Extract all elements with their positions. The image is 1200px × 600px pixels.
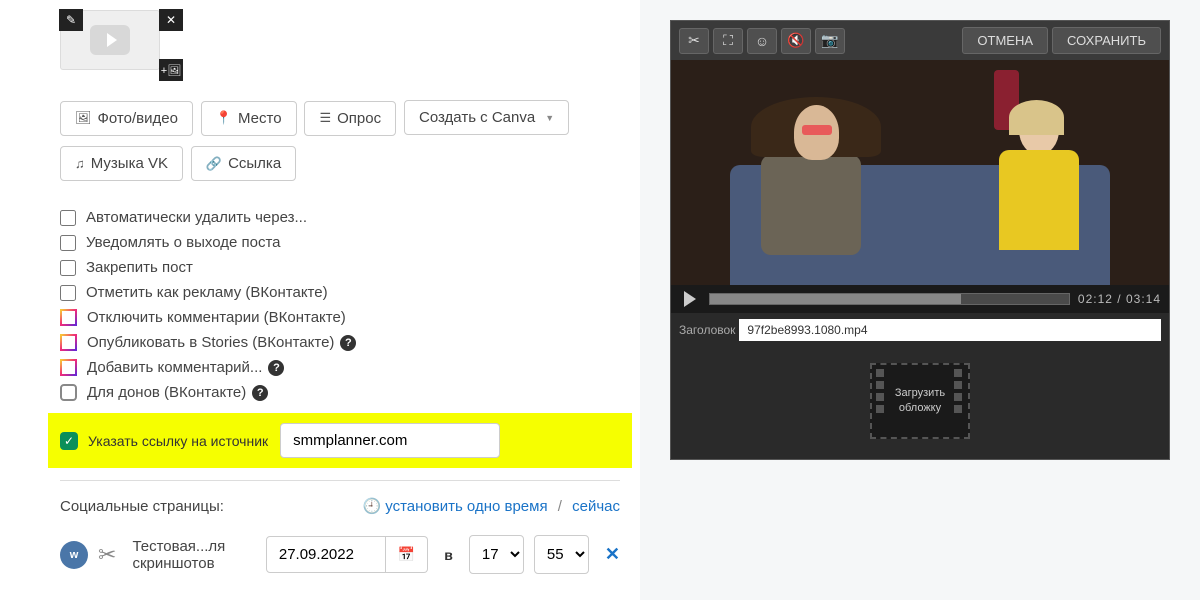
schedule-row: w ✂ Тестовая...ля скриншотов 📅 в 17 55 ✕ (60, 535, 620, 574)
media-thumbnail-row: ✎ ✕ +🖼 (60, 10, 620, 70)
chevron-down-icon: ▼ (545, 113, 554, 123)
checkbox-pin[interactable] (60, 260, 76, 276)
sticker-icon: ☺ (755, 33, 769, 49)
cancel-button[interactable]: ОТМЕНА (962, 27, 1048, 54)
image-icon: 🖼 (75, 110, 92, 126)
music-icon: ♫ (75, 156, 85, 171)
date-input[interactable] (266, 536, 386, 573)
option-publish-stories[interactable]: Опубликовать в Stories (ВКонтакте)? (60, 330, 620, 355)
remove-thumbnail-button[interactable]: ✕ (159, 9, 183, 31)
crop-icon: ⛶ (723, 32, 733, 49)
video-controls: 02:12 / 03:14 (671, 285, 1169, 313)
checkbox-disable-comments[interactable] (60, 309, 77, 326)
pin-icon: 📍 (216, 110, 232, 126)
time-at-label: в (444, 547, 453, 563)
photo-video-button[interactable]: 🖼Фото/видео (60, 101, 193, 136)
add-media-button[interactable]: +🖼 (159, 59, 183, 81)
source-link-input[interactable] (280, 423, 500, 458)
checkbox-publish-stories[interactable] (60, 334, 77, 351)
cover-text: Загрузитьобложку (895, 386, 945, 417)
mute-button[interactable]: 🔇 (781, 28, 811, 54)
play-icon (684, 291, 696, 307)
calendar-icon: 📅 (398, 546, 415, 562)
social-pages-label: Социальные страницы: (60, 498, 224, 515)
source-link-row: ✓ Указать ссылку на источник (48, 413, 632, 468)
source-link-label: Указать ссылку на источник (88, 433, 268, 449)
social-pages-header: Социальные страницы: 🕘установить одно вр… (60, 497, 620, 515)
set-one-time-link[interactable]: установить одно время (385, 498, 547, 515)
link-button[interactable]: 🔗Ссылка (191, 146, 296, 181)
checkbox-for-dons[interactable] (60, 384, 77, 401)
help-icon[interactable]: ? (252, 385, 268, 401)
video-preview[interactable] (671, 60, 1169, 285)
minute-select[interactable]: 55 (534, 535, 589, 574)
poll-button[interactable]: ☰Опрос (304, 101, 396, 136)
list-icon: ☰ (319, 110, 331, 126)
post-options-list: Автоматически удалить через... Уведомлят… (60, 205, 620, 405)
scissors-icon: ✂ (688, 32, 700, 49)
remove-schedule-button[interactable]: ✕ (605, 544, 620, 565)
help-icon[interactable]: ? (340, 335, 356, 351)
camera-icon: 📷 (821, 32, 838, 49)
calendar-button[interactable]: 📅 (386, 536, 428, 573)
video-thumbnail[interactable]: ✎ ✕ +🖼 (60, 10, 160, 70)
video-editor: ✂ ⛶ ☺ 🔇 📷 ОТМЕНА СОХРАНИТЬ (670, 20, 1170, 460)
place-button[interactable]: 📍Место (201, 101, 297, 136)
video-editor-panel: ✂ ⛶ ☺ 🔇 📷 ОТМЕНА СОХРАНИТЬ (640, 0, 1200, 600)
upload-cover-button[interactable]: Загрузитьобложку (870, 363, 970, 439)
save-button[interactable]: СОХРАНИТЬ (1052, 27, 1161, 54)
snapshot-button[interactable]: 📷 (815, 28, 845, 54)
mute-icon: 🔇 (787, 32, 804, 49)
time-display: 02:12 / 03:14 (1078, 292, 1161, 306)
option-pin[interactable]: Закрепить пост (60, 255, 620, 280)
play-button[interactable] (679, 289, 701, 309)
clock-icon: 🕘 (363, 498, 382, 515)
checkbox-add-comment[interactable] (60, 359, 77, 376)
title-label: Заголовок (679, 323, 735, 337)
vk-icon: w (60, 541, 88, 569)
checkbox-auto-delete[interactable] (60, 210, 76, 226)
option-add-comment[interactable]: Добавить комментарий...? (60, 355, 620, 380)
edit-thumbnail-button[interactable]: ✎ (59, 9, 83, 31)
checkbox-mark-ad[interactable] (60, 285, 76, 301)
help-icon[interactable]: ? (268, 360, 284, 376)
progress-bar[interactable] (709, 293, 1070, 305)
crop-button[interactable]: ⛶ (713, 28, 743, 54)
sticker-button[interactable]: ☺ (747, 28, 777, 54)
editor-toolbar: ✂ ⛶ ☺ 🔇 📷 ОТМЕНА СОХРАНИТЬ (671, 21, 1169, 60)
option-notify[interactable]: Уведомлять о выходе поста (60, 230, 620, 255)
option-for-dons[interactable]: Для донов (ВКонтакте)? (60, 380, 620, 405)
post-settings-panel: ✎ ✕ +🖼 🖼Фото/видео 📍Место ☰Опрос Создать… (0, 0, 640, 600)
cover-upload-area: Загрузитьобложку (671, 347, 1169, 459)
checkbox-source-link-checked[interactable]: ✓ (60, 432, 78, 450)
attachment-buttons-row: 🖼Фото/видео 📍Место ☰Опрос Создать с Canv… (60, 100, 620, 140)
option-mark-ad[interactable]: Отметить как рекламу (ВКонтакте) (60, 280, 620, 305)
title-input[interactable] (739, 319, 1161, 341)
scissors-icon: ✂ (98, 542, 116, 567)
option-auto-delete[interactable]: Автоматически удалить через... (60, 205, 620, 230)
hour-select[interactable]: 17 (469, 535, 524, 574)
play-icon (90, 25, 130, 55)
option-disable-comments[interactable]: Отключить комментарии (ВКонтакте) (60, 305, 620, 330)
canva-button[interactable]: Создать с Canva▼ (404, 100, 569, 135)
trim-button[interactable]: ✂ (679, 28, 709, 54)
page-name: Тестовая...ля скриншотов (132, 538, 245, 572)
title-row: Заголовок (671, 313, 1169, 347)
link-icon: 🔗 (206, 156, 222, 172)
attachment-buttons-row-2: ♫Музыка VK 🔗Ссылка (60, 146, 620, 186)
checkbox-notify[interactable] (60, 235, 76, 251)
music-vk-button[interactable]: ♫Музыка VK (60, 146, 183, 181)
set-now-link[interactable]: сейчас (572, 498, 620, 515)
